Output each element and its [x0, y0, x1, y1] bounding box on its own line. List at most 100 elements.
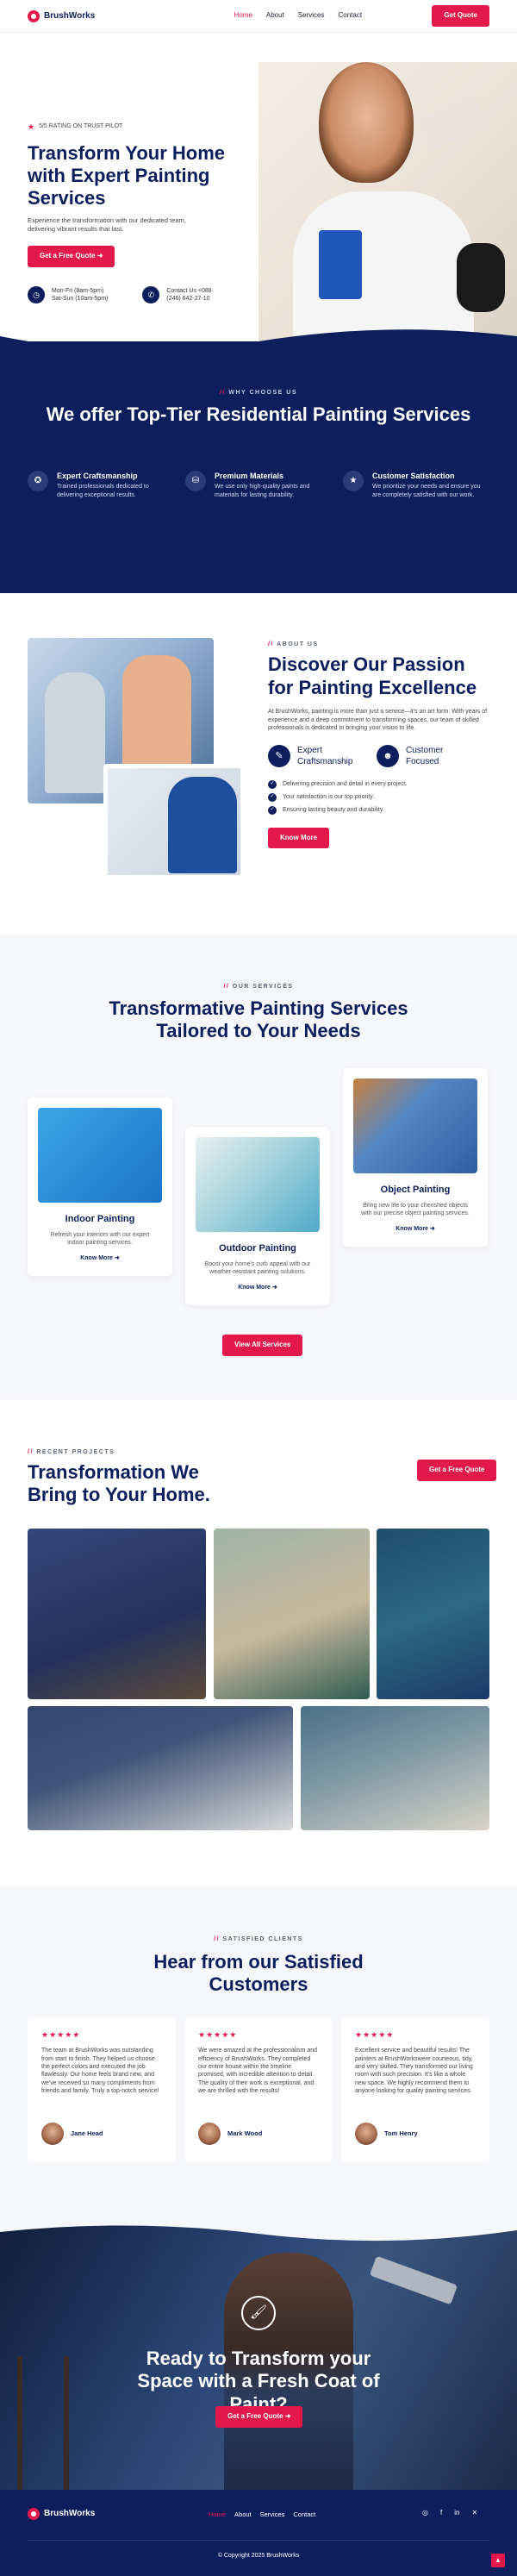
facebook-icon[interactable]: f — [440, 2509, 442, 2518]
hero-free-quote-button[interactable]: Get a Free Quote ➜ — [28, 246, 115, 268]
hero-description: Experience the transformation with our d… — [28, 216, 186, 234]
star-icon: ★ — [343, 471, 364, 491]
footer-nav-home[interactable]: Home — [209, 2510, 226, 2519]
know-more-link[interactable]: Know More ➜ — [353, 1225, 477, 1233]
project-image-green-lounge[interactable] — [214, 1529, 370, 1699]
about-section: // ABOUT US Discover Our Passion for Pai… — [0, 593, 517, 934]
why-choose-us-section: // WHY CHOOSE US We offer Top-Tier Resid… — [0, 329, 517, 593]
testimonials-section: // SATISFIED CLIENTS Hear from our Satis… — [0, 1886, 517, 2218]
main-nav: Home About Services Contact — [234, 11, 363, 21]
know-more-link[interactable]: Know More ➜ — [196, 1284, 320, 1291]
indoor-painting-image — [38, 1108, 162, 1203]
footer-logo[interactable]: BrushWorks — [28, 2508, 95, 2520]
x-twitter-icon[interactable]: ✕ — [471, 2509, 477, 2518]
site-footer: BrushWorks Home About Services Contact ◎… — [0, 2490, 517, 2576]
project-image-blue-living-room[interactable] — [28, 1529, 206, 1699]
logo-icon — [28, 2508, 40, 2520]
footer-divider — [28, 2540, 489, 2541]
services-section: // OUR SERVICES Transformative Painting … — [0, 934, 517, 1399]
rating-stars: ★★★★★ — [198, 2030, 238, 2039]
site-header: BrushWorks Home About Services Contact G… — [0, 0, 517, 33]
about-checklist: ✓ Delivering precision and detail in ever… — [268, 779, 492, 815]
services-tag: // OUR SERVICES — [223, 984, 294, 990]
avatar — [355, 2123, 377, 2146]
check-item: ✓ Delivering precision and detail in ever… — [268, 779, 492, 789]
service-card-indoor[interactable]: Indoor Painting Refresh your interiors w… — [28, 1097, 172, 1277]
trust-rating: ★ 5/5 RATING ON TRUST PILOT — [28, 122, 123, 131]
feature-premium-materials: ⛁ Premium Materials We use only high-qual… — [185, 471, 332, 499]
project-image-blue-bedroom[interactable] — [301, 1706, 489, 1830]
services-title: Transformative Painting Services Tailore… — [109, 997, 408, 1042]
avatar — [41, 2123, 64, 2146]
linkedin-icon[interactable]: in — [454, 2509, 459, 2518]
footer-nav: Home About Services Contact — [209, 2510, 315, 2519]
rating-stars: ★★★★★ — [41, 2030, 81, 2039]
about-tag: // ABOUT US — [268, 641, 319, 647]
view-all-services-button[interactable]: View All Services — [222, 1335, 303, 1356]
feature-customer-satisfaction: ★ Customer Satisfaction We prioritize you… — [343, 471, 489, 499]
testimonial-card: ★★★★★ The team at BrushWorks was outstan… — [28, 2017, 176, 2162]
check-icon: ✓ — [268, 779, 277, 789]
why-title: We offer Top-Tier Residential Painting S… — [46, 403, 471, 425]
project-image-navy-bedroom[interactable] — [28, 1706, 293, 1830]
project-image-teal-room[interactable] — [377, 1529, 489, 1699]
service-card-outdoor[interactable]: Outdoor Painting Boost your home's curb … — [185, 1127, 330, 1306]
phone-info[interactable]: ✆ Contact Us +088 (246) 642-27-10 — [142, 286, 212, 304]
object-painting-image — [353, 1079, 477, 1173]
testimonials-tag: // SATISFIED CLIENTS — [214, 1936, 303, 1942]
nav-services[interactable]: Services — [298, 11, 325, 21]
clock-icon: ◷ — [28, 286, 45, 304]
cta-section: 🖌 Ready to Transform your Space with a F… — [0, 2218, 517, 2490]
feature-expert-craftsmanship: ✪ Expert Craftsmanship Trained profession… — [28, 471, 174, 499]
paint-roller-icon: 🖌 — [241, 2296, 276, 2330]
know-more-link[interactable]: Know More ➜ — [38, 1254, 162, 1262]
footer-nav-about[interactable]: About — [234, 2510, 252, 2519]
recent-projects-section: // RECENT PROJECTS Transformation We Bri… — [0, 1399, 517, 1886]
check-icon: ✓ — [268, 805, 277, 815]
get-quote-button[interactable]: Get Quote — [432, 5, 489, 27]
avatar — [198, 2123, 221, 2146]
badge-icon: ✪ — [28, 471, 48, 491]
hero-title: Transform Your Home with Expert Painting… — [28, 142, 226, 209]
nav-contact[interactable]: Contact — [338, 11, 362, 21]
star-icon: ★ — [28, 122, 35, 131]
copyright-text: © Copyright 2025 BrushWorks — [217, 2553, 300, 2559]
projects-free-quote-button[interactable]: Get a Free Quote — [417, 1460, 497, 1481]
nav-home[interactable]: Home — [234, 11, 252, 21]
brush-icon: ✎ — [268, 745, 290, 768]
user-icon: ☻ — [377, 745, 399, 768]
about-description: At BrushWorks, painting is more than jus… — [268, 709, 488, 732]
section-wave — [0, 2218, 517, 2241]
check-icon: ✓ — [268, 792, 277, 802]
brand-logo[interactable]: BrushWorks — [28, 9, 96, 22]
projects-title: Transformation We Bring to Your Home. — [28, 1461, 210, 1506]
service-card-object[interactable]: Object Painting Bring new life to your c… — [343, 1068, 488, 1247]
about-know-more-button[interactable]: Know More — [268, 827, 330, 849]
hero-section: ★ 5/5 RATING ON TRUST PILOT Transform Yo… — [0, 33, 517, 341]
hours-info: ◷ Mon-Fri (8am-5pm) Sat-Sun (10am-5pm) — [28, 286, 108, 304]
phone-icon: ✆ — [142, 286, 160, 304]
section-wave — [0, 329, 517, 362]
footer-nav-services[interactable]: Services — [260, 2510, 285, 2519]
check-item: ✓ Your satisfaction is our top priority. — [268, 792, 492, 802]
brand-name: BrushWorks — [44, 10, 96, 21]
paint-bucket-icon: ⛁ — [185, 471, 206, 491]
projects-tag: // RECENT PROJECTS — [28, 1449, 115, 1455]
footer-nav-contact[interactable]: Contact — [293, 2510, 315, 2519]
back-to-top-button[interactable]: ▲ — [491, 2554, 505, 2567]
social-links: ◎ f in ✕ — [422, 2509, 477, 2518]
rating-stars: ★★★★★ — [355, 2030, 395, 2039]
testimonial-card: ★★★★★ We were amazed at the professional… — [184, 2017, 333, 2162]
cta-free-quote-button[interactable]: Get a Free Quote ➜ — [215, 2406, 303, 2428]
why-tag: // WHY CHOOSE US — [220, 390, 297, 396]
hero-painter-image — [258, 62, 517, 341]
customer-focused-badge: ☻ Customer Focused — [377, 745, 458, 768]
instagram-icon[interactable]: ◎ — [422, 2509, 428, 2518]
painter-at-window-image — [103, 764, 245, 879]
check-item: ✓ Ensuring lasting beauty and durability. — [268, 805, 492, 815]
testimonial-card: ★★★★★ Excellent service and beautiful re… — [341, 2017, 489, 2162]
about-title: Discover Our Passion for Painting Excell… — [268, 653, 477, 698]
nav-about[interactable]: About — [266, 11, 284, 21]
testimonials-title: Hear from our Satisfied Customers — [153, 1951, 364, 1996]
outdoor-painting-image — [196, 1137, 320, 1232]
